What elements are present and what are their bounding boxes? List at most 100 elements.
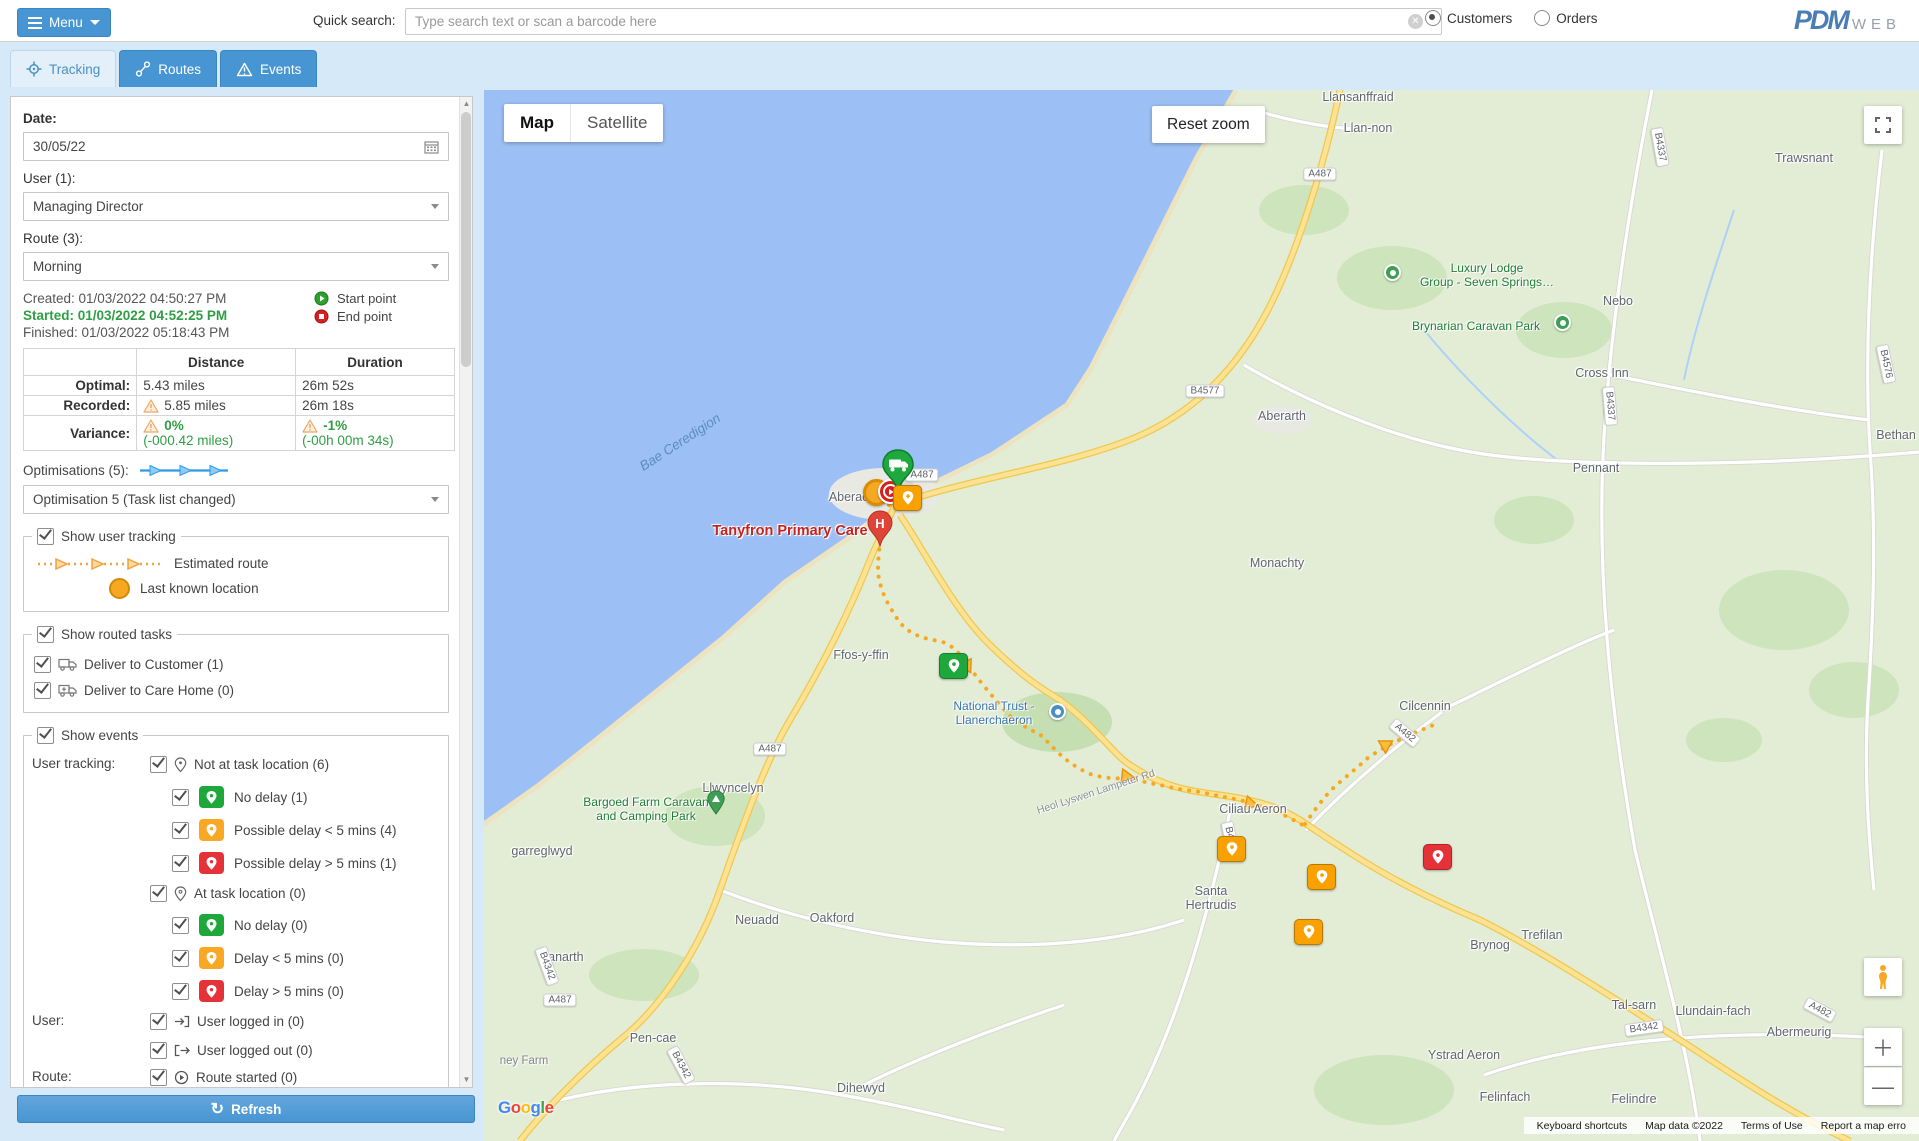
calendar-icon[interactable]	[424, 140, 439, 154]
user-select[interactable]: Managing Director	[23, 192, 449, 221]
truck-icon	[58, 658, 77, 671]
map-label: Felindre	[1611, 1092, 1656, 1106]
attribution-link[interactable]: Map data ©2022	[1636, 1120, 1732, 1132]
menu-label: Menu	[49, 15, 83, 30]
not-at-task-checkbox[interactable]	[150, 756, 167, 773]
scroll-up-arrow[interactable]: ▲	[460, 97, 473, 111]
orange-marker-icon	[199, 819, 224, 841]
orders-radio[interactable]	[1534, 10, 1550, 26]
campground-poi-icon[interactable]	[1554, 314, 1571, 331]
show-user-tracking-checkbox[interactable]	[37, 528, 54, 545]
logo-web: WEB	[1852, 16, 1901, 33]
chevron-down-icon	[90, 20, 100, 25]
map-type-map[interactable]: Map	[504, 113, 570, 133]
pin-outline-icon	[174, 886, 187, 902]
attribution-link[interactable]: Terms of Use	[1732, 1120, 1812, 1132]
customers-radio[interactable]	[1425, 10, 1441, 26]
map-label: Bethan	[1876, 428, 1916, 442]
show-routed-tasks-label: Show routed tasks	[61, 627, 172, 642]
user-tracking-events-label: User tracking:	[32, 756, 150, 773]
warning-icon	[143, 419, 159, 433]
no-delay-event-marker[interactable]	[939, 653, 968, 679]
attribution-link[interactable]: Report a map erro	[1812, 1120, 1915, 1132]
attribution-link[interactable]: Keyboard shortcuts	[1528, 1120, 1636, 1132]
delay-lt-checkbox[interactable]	[172, 950, 189, 967]
user-logged-in-checkbox[interactable]	[150, 1013, 167, 1030]
deliver-customer-checkbox[interactable]	[34, 656, 51, 673]
possible-delay-lt-checkbox[interactable]	[172, 822, 189, 839]
app-logo: PDM WEB	[1794, 5, 1901, 36]
reset-zoom-button[interactable]: Reset zoom	[1152, 106, 1265, 143]
chevron-down-icon	[431, 204, 439, 209]
map-type-satellite[interactable]: Satellite	[571, 113, 663, 133]
show-routed-tasks-checkbox[interactable]	[37, 626, 54, 643]
care-home-marker[interactable]	[893, 485, 922, 511]
deliver-customer-label: Deliver to Customer (1)	[84, 657, 224, 672]
date-input[interactable]: 30/05/22	[23, 132, 449, 161]
tracking-panel-content: Date: 30/05/22 User (1): Managing Direct…	[11, 97, 459, 1087]
hospital-marker[interactable]: H	[865, 510, 895, 554]
end-point-icon	[314, 309, 329, 324]
optimal-distance: 5.43 miles	[137, 376, 296, 396]
user-logged-out-checkbox[interactable]	[150, 1042, 167, 1059]
deliver-care-home-checkbox[interactable]	[34, 682, 51, 699]
user-label: User (1):	[23, 171, 449, 186]
road-badge: B4337	[1602, 386, 1618, 426]
show-events-checkbox[interactable]	[37, 727, 54, 744]
attraction-poi-icon[interactable]	[1049, 703, 1066, 720]
map-label: Oakford	[810, 911, 854, 925]
variance-duration-detail: (-00h 00m 34s)	[302, 433, 448, 448]
zoom-out-button[interactable]: —	[1864, 1067, 1902, 1105]
delay-gt-checkbox[interactable]	[172, 983, 189, 1000]
pegman-control[interactable]	[1864, 958, 1902, 996]
user-select-value: Managing Director	[33, 199, 431, 214]
delay-event-marker[interactable]	[1423, 844, 1452, 870]
possible-delay-event-marker[interactable]	[1294, 919, 1323, 945]
zoom-in-button[interactable]: ＋	[1864, 1028, 1902, 1066]
map-label: Llansanffraid	[1322, 90, 1393, 104]
recorded-distance: 5.85 miles	[164, 398, 226, 413]
no-delay-0-checkbox[interactable]	[172, 917, 189, 934]
road-badge: B4577	[1186, 385, 1225, 398]
tab-tracking[interactable]: Tracking	[10, 50, 116, 87]
road-badge: A487	[753, 743, 786, 756]
route-started-checkbox[interactable]	[150, 1069, 167, 1086]
possible-delay-gt-checkbox[interactable]	[172, 855, 189, 872]
route-select[interactable]: Morning	[23, 252, 449, 281]
possible-delay-event-marker[interactable]	[1307, 864, 1336, 890]
refresh-label: Refresh	[231, 1102, 281, 1117]
fullscreen-button[interactable]	[1864, 106, 1902, 144]
optimisation-arrows-icon	[138, 464, 230, 477]
route-events-label: Route:	[32, 1069, 150, 1086]
tab-routes[interactable]: Routes	[119, 50, 217, 87]
refresh-button[interactable]: ↻ Refresh	[17, 1095, 475, 1123]
possible-delay-lt-label: Possible delay < 5 mins (4)	[234, 823, 396, 838]
start-point-label: Start point	[337, 290, 396, 307]
map-label: Felinfach	[1480, 1090, 1531, 1104]
map-label: Dihewyd	[837, 1081, 885, 1095]
optimisation-select-value: Optimisation 5 (Task list changed)	[33, 492, 431, 507]
tab-bar: Tracking Routes Events	[0, 42, 1919, 90]
table-row: Optimal: 5.43 miles 26m 52s	[24, 376, 455, 396]
optimisation-select[interactable]: Optimisation 5 (Task list changed)	[23, 485, 449, 514]
map-label: Trefilan	[1521, 928, 1562, 942]
scroll-down-arrow[interactable]: ▼	[460, 1073, 473, 1087]
possible-delay-event-marker[interactable]	[1217, 836, 1246, 862]
panel-scrollbar[interactable]: ▲ ▼	[459, 97, 472, 1087]
map-canvas[interactable]: LlansanffraidLlan-nonTrawsnantNeboCross …	[484, 90, 1919, 1141]
no-delay-1-checkbox[interactable]	[172, 789, 189, 806]
clear-search-icon[interactable]: ✕	[1408, 14, 1423, 29]
campground-poi-icon[interactable]	[1384, 264, 1401, 281]
menu-button[interactable]: Menu	[17, 8, 111, 37]
scrollbar-thumb[interactable]	[461, 112, 471, 367]
customers-radio-label[interactable]: Customers	[1447, 11, 1512, 26]
target-icon	[26, 61, 42, 77]
tab-events[interactable]: Events	[220, 50, 317, 87]
campground-pin[interactable]	[706, 790, 726, 821]
orders-radio-label[interactable]: Orders	[1556, 11, 1597, 26]
map-label: Bargoed Farm Caravan and Camping Park	[583, 795, 708, 823]
at-task-checkbox[interactable]	[150, 885, 167, 902]
recorded-duration: 26m 18s	[296, 396, 455, 416]
search-input[interactable]	[405, 8, 1442, 35]
map-label: Llundain-fach	[1675, 1004, 1750, 1018]
